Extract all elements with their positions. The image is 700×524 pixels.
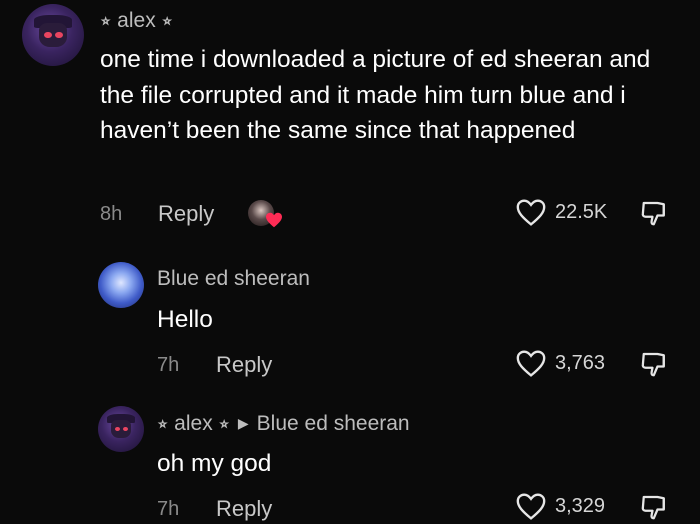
avatar[interactable]: [22, 4, 84, 66]
reply-to-username[interactable]: Blue ed sheeran: [257, 412, 410, 435]
heart-outline-icon: [516, 199, 546, 226]
heart-outline-icon: [516, 350, 546, 377]
comment-item: ⭒ alex ⭒ one time i downloaded a picture…: [0, 0, 700, 250]
reply-button[interactable]: Reply: [216, 352, 272, 378]
timestamp: 8h: [100, 203, 123, 225]
thumbs-down-icon[interactable]: [640, 349, 670, 379]
avatar[interactable]: [98, 406, 144, 452]
like-count: 22.5K: [555, 201, 608, 223]
timestamp: 7h: [157, 354, 180, 376]
like-button[interactable]: 22.5K: [515, 198, 607, 227]
like-count: 3,329: [555, 495, 606, 517]
comment-text: Hello: [157, 306, 213, 333]
like-button[interactable]: 3,763: [515, 349, 605, 378]
username[interactable]: ⭒ alex ⭒: [100, 9, 173, 33]
comment-reply-item: Blue ed sheeran Hello 7h Reply 3,763: [0, 250, 700, 390]
comment-text: oh my god: [157, 450, 272, 477]
timestamp: 7h: [157, 498, 180, 520]
avatar[interactable]: [98, 262, 144, 308]
thumbs-down-icon[interactable]: [640, 492, 670, 522]
reply-button[interactable]: Reply: [216, 496, 272, 522]
triangle-right-icon: ▶: [237, 415, 249, 431]
like-count: 3,763: [555, 352, 606, 374]
comment-text: one time i downloaded a picture of ed sh…: [100, 46, 651, 144]
creator-liked-badge: [248, 200, 282, 230]
username[interactable]: Blue ed sheeran: [157, 267, 310, 291]
heart-icon: [266, 212, 282, 228]
username[interactable]: ⭒ alex ⭒: [157, 412, 230, 435]
heart-outline-icon: [516, 493, 546, 520]
username-line: ⭒ alex ⭒ ▶ Blue ed sheeran: [157, 412, 410, 436]
reply-button[interactable]: Reply: [158, 201, 214, 227]
like-button[interactable]: 3,329: [515, 492, 605, 521]
thumbs-down-icon[interactable]: [640, 198, 670, 228]
comment-reply-item: ⭒ alex ⭒ ▶ Blue ed sheeran oh my god 7h Re…: [0, 390, 700, 524]
